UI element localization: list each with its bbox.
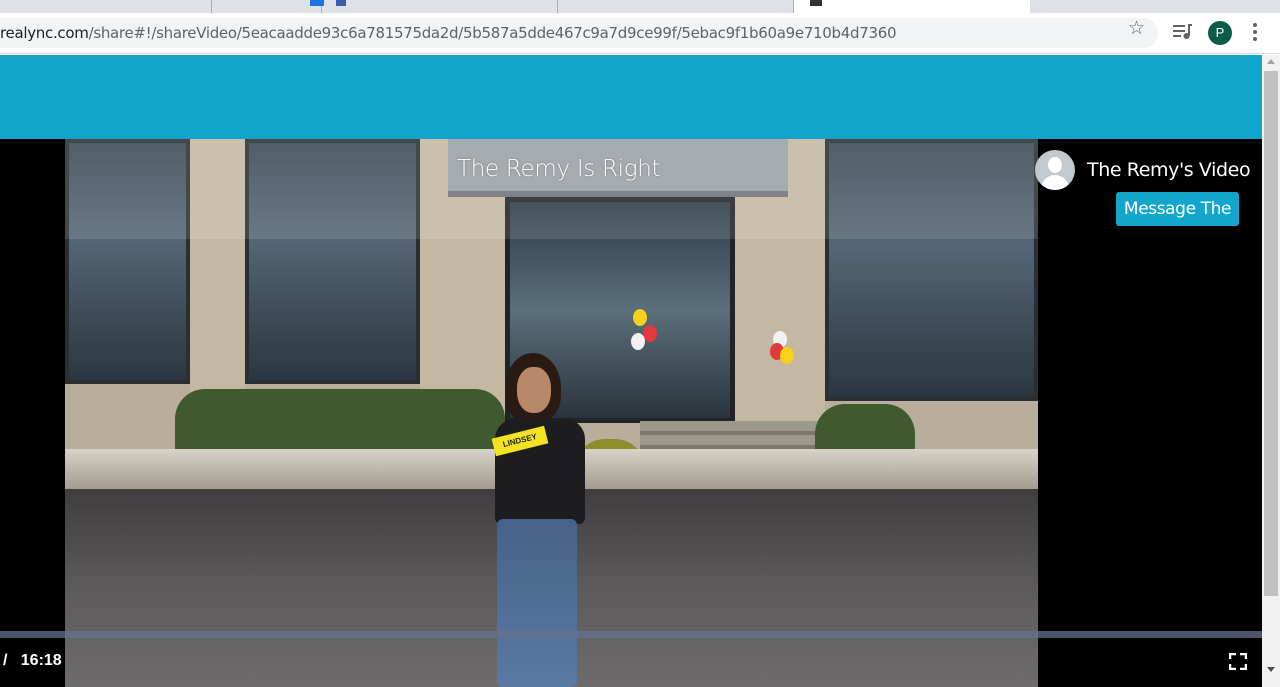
browser-toolbar: realync.com/share#!/shareVideo/5eacaadde… xyxy=(0,13,1280,54)
media-playlist-icon[interactable] xyxy=(1172,22,1194,40)
owner-avatar xyxy=(1035,150,1075,190)
video-stage: LINDSEY xyxy=(0,139,1262,687)
url-path: /share#!/shareVideo/5eacaadde93c6a781575… xyxy=(88,24,897,42)
browser-tab[interactable] xyxy=(322,0,558,13)
video-frame-person-jeans xyxy=(497,519,577,687)
more-vert-icon[interactable] xyxy=(1248,21,1262,45)
browser-tab[interactable] xyxy=(0,0,212,13)
browser-tab-active[interactable] xyxy=(794,0,1030,13)
browser-tab-strip xyxy=(0,0,1280,13)
browser-tab[interactable] xyxy=(558,0,794,13)
video-progress-bar[interactable] xyxy=(0,631,1262,638)
profile-avatar[interactable]: P xyxy=(1208,21,1232,45)
video-title: The Remy Is Right xyxy=(457,156,661,182)
video-frame-balloon xyxy=(631,333,645,350)
star-icon[interactable]: ☆ xyxy=(1128,17,1145,40)
scroll-up-arrow-icon[interactable] xyxy=(1267,59,1275,64)
browser-tab[interactable] xyxy=(1030,0,1280,13)
video-frame-balloon xyxy=(780,347,794,364)
video-frame-balloon xyxy=(633,309,647,326)
message-button[interactable]: Message The xyxy=(1116,192,1239,226)
address-bar[interactable]: realync.com/share#!/shareVideo/5eacaadde… xyxy=(0,18,1158,48)
owner-name: The Remy's Video xyxy=(1087,159,1251,181)
video-frame-overlay xyxy=(65,139,1038,239)
video-frame-person-face xyxy=(517,367,551,413)
tab-favicon-icon xyxy=(810,0,822,6)
url-host: realync.com xyxy=(0,24,89,42)
page-header-bar xyxy=(0,55,1262,139)
browser-tab[interactable] xyxy=(212,0,324,13)
video-time-display: / 16:18 xyxy=(3,652,62,669)
video-frame-balloon xyxy=(643,325,657,342)
tab-favicon-icon xyxy=(336,0,346,6)
video-player[interactable]: LINDSEY xyxy=(65,139,1038,687)
page-scrollbar[interactable] xyxy=(1262,55,1280,687)
fullscreen-icon[interactable] xyxy=(1229,653,1247,670)
scrollbar-thumb[interactable] xyxy=(1264,71,1278,596)
scroll-down-arrow-icon[interactable] xyxy=(1267,667,1275,672)
url-text[interactable]: realync.com/share#!/shareVideo/5eacaadde… xyxy=(0,24,897,42)
